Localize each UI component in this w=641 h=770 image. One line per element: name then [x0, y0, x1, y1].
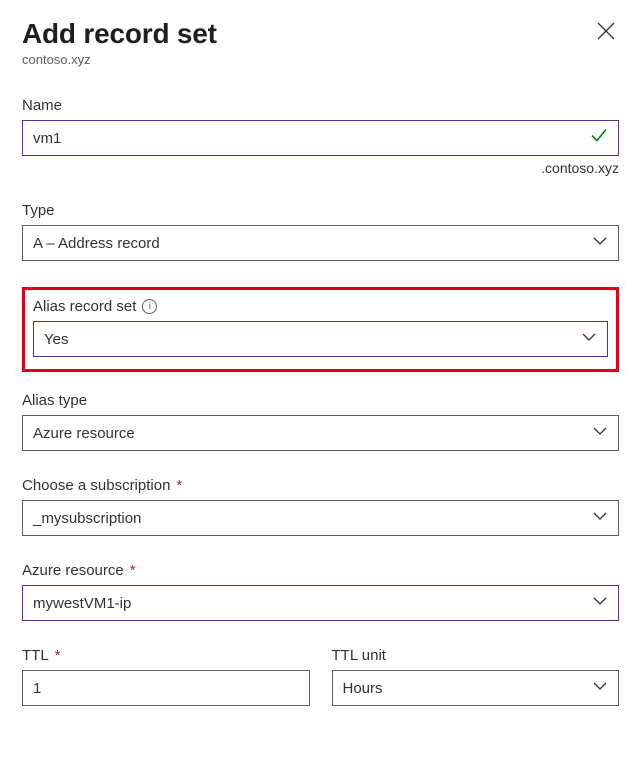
chevron-down-icon: [592, 678, 608, 698]
type-select[interactable]: A – Address record: [22, 225, 619, 261]
chevron-down-icon: [592, 593, 608, 613]
required-marker: *: [55, 647, 61, 664]
ttl-unit-value: Hours: [343, 680, 383, 697]
ttl-unit-select[interactable]: Hours: [332, 670, 620, 706]
chevron-down-icon: [592, 233, 608, 253]
name-suffix: .contoso.xyz: [22, 160, 619, 176]
close-icon: [597, 28, 615, 43]
azure-resource-select[interactable]: mywestVM1-ip: [22, 585, 619, 621]
chevron-down-icon: [592, 508, 608, 528]
ttl-unit-label: TTL unit: [332, 647, 620, 664]
chevron-down-icon: [581, 329, 597, 349]
ttl-input[interactable]: [22, 670, 310, 706]
subscription-select[interactable]: _mysubscription: [22, 500, 619, 536]
required-marker: *: [176, 477, 182, 494]
type-label: Type: [22, 202, 619, 219]
alias-record-set-select[interactable]: Yes: [33, 321, 608, 357]
alias-type-label: Alias type: [22, 392, 619, 409]
alias-type-value: Azure resource: [33, 425, 135, 442]
azure-resource-value: mywestVM1-ip: [33, 595, 131, 612]
subscription-value: _mysubscription: [33, 510, 141, 527]
chevron-down-icon: [592, 423, 608, 443]
alias-type-select[interactable]: Azure resource: [22, 415, 619, 451]
ttl-label: TTL: [22, 647, 49, 664]
alias-record-set-value: Yes: [44, 331, 68, 348]
page-title: Add record set: [22, 18, 217, 50]
type-value: A – Address record: [33, 235, 160, 252]
azure-resource-label: Azure resource: [22, 562, 124, 579]
checkmark-icon: [589, 126, 609, 151]
required-marker: *: [130, 562, 136, 579]
subscription-label: Choose a subscription: [22, 477, 170, 494]
alias-record-set-highlight: Alias record set i Yes: [22, 287, 619, 372]
page-subtitle: contoso.xyz: [22, 52, 217, 67]
name-label: Name: [22, 97, 619, 114]
name-input[interactable]: [22, 120, 619, 156]
info-icon[interactable]: i: [142, 299, 157, 314]
close-button[interactable]: [593, 18, 619, 47]
alias-record-set-label: Alias record set: [33, 298, 136, 315]
